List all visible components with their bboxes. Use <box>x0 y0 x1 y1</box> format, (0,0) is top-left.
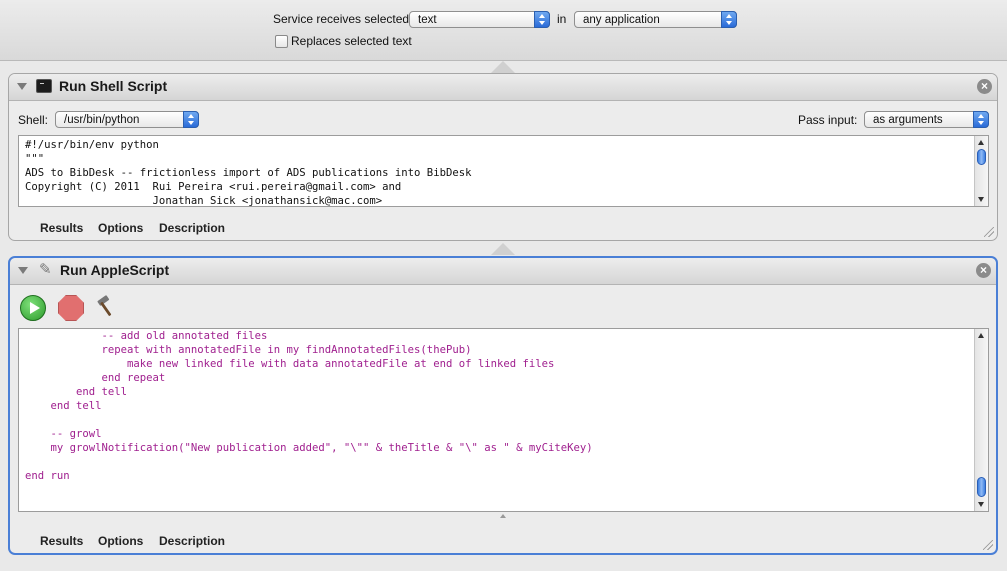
pass-input-label: Pass input: <box>798 113 858 127</box>
tab-options[interactable]: Options <box>98 221 143 235</box>
action-header[interactable]: Run Shell Script × <box>9 74 997 101</box>
code-line: make new linked file with data annotated… <box>25 358 555 370</box>
in-label: in <box>557 12 567 26</box>
stop-icon[interactable] <box>58 295 84 321</box>
replaces-selected-text-label: Replaces selected text <box>291 34 412 48</box>
run-applescript-action: ✎ Run AppleScript × -- add old annotated… <box>8 256 998 555</box>
action-footer-tabs: Results Options Description <box>10 529 996 553</box>
code-line: -- growl <box>25 428 102 440</box>
popup-arrows-icon <box>973 111 989 128</box>
disclosure-triangle-icon[interactable] <box>18 267 28 274</box>
applescript-icon: ✎ <box>39 261 52 278</box>
pass-input-value: as arguments <box>873 114 943 126</box>
action-footer-tabs: Results Options Description <box>9 216 997 240</box>
scroll-down-arrow-icon[interactable] <box>978 502 984 507</box>
action-title: Run AppleScript <box>60 262 170 278</box>
code-line: end tell <box>25 400 102 412</box>
hammer-icon[interactable] <box>94 294 120 320</box>
code-line: ADS to BibDesk -- frictionless import of… <box>25 167 472 179</box>
scroll-thumb[interactable] <box>977 477 986 497</box>
scroll-up-arrow-icon[interactable] <box>978 333 984 338</box>
shell-script-editor[interactable]: #!/usr/bin/env python """ ADS to BibDesk… <box>18 135 989 207</box>
connector-notch <box>491 243 515 255</box>
popup-arrows-icon <box>183 111 199 128</box>
code-line: end run <box>25 470 70 482</box>
tab-description[interactable]: Description <box>159 221 225 235</box>
close-icon[interactable]: × <box>976 263 991 278</box>
split-handle-icon[interactable] <box>500 514 506 518</box>
popup-arrows-icon <box>721 11 737 28</box>
service-receives-label: Service receives selected <box>273 12 410 26</box>
connector-notch <box>491 61 515 73</box>
resize-grip-icon[interactable] <box>983 540 993 550</box>
tab-results[interactable]: Results <box>40 221 83 235</box>
applescript-editor[interactable]: -- add old annotated files repeat with a… <box>18 328 989 512</box>
application-value: any application <box>583 14 660 26</box>
code-line: #!/usr/bin/env python <box>25 139 159 151</box>
close-icon[interactable]: × <box>977 79 992 94</box>
tab-results[interactable]: Results <box>40 534 83 548</box>
tab-description[interactable]: Description <box>159 534 225 548</box>
resize-grip-icon[interactable] <box>984 227 994 237</box>
code-line: end tell <box>25 386 128 398</box>
shell-label: Shell: <box>18 113 49 127</box>
disclosure-triangle-icon[interactable] <box>17 83 27 90</box>
replaces-selected-text-checkbox[interactable] <box>275 35 288 48</box>
code-line: Copyright (C) 2011 Rui Pereira <rui.pere… <box>25 181 402 193</box>
vertical-scrollbar[interactable] <box>974 329 988 511</box>
code-line: """ <box>25 153 45 165</box>
code-line: -- add old annotated files <box>25 330 268 342</box>
scroll-down-arrow-icon[interactable] <box>978 197 984 202</box>
run-shell-script-action: Run Shell Script × Shell: /usr/bin/pytho… <box>8 73 998 241</box>
code-line: my growlNotification("New publication ad… <box>25 442 593 454</box>
tab-options[interactable]: Options <box>98 534 143 548</box>
action-header[interactable]: ✎ Run AppleScript × <box>10 258 996 285</box>
code-line: repeat with annotatedFile in my findAnno… <box>25 344 472 356</box>
terminal-icon <box>36 79 52 93</box>
scroll-up-arrow-icon[interactable] <box>978 140 984 145</box>
shell-value: /usr/bin/python <box>64 114 140 126</box>
popup-arrows-icon <box>534 11 550 28</box>
shell-popup[interactable]: /usr/bin/python <box>55 111 199 128</box>
scroll-thumb[interactable] <box>977 149 986 165</box>
run-icon[interactable] <box>20 295 46 321</box>
pass-input-popup[interactable]: as arguments <box>864 111 989 128</box>
action-title: Run Shell Script <box>59 78 168 94</box>
input-type-value: text <box>418 14 437 26</box>
code-line: Jonathan Sick <jonathansick@mac.com> <box>25 195 383 207</box>
code-line: end repeat <box>25 372 166 384</box>
application-popup[interactable]: any application <box>574 11 737 28</box>
vertical-scrollbar[interactable] <box>974 136 988 206</box>
input-type-popup[interactable]: text <box>409 11 550 28</box>
service-settings-bar: Service receives selected text in any ap… <box>0 0 1007 61</box>
